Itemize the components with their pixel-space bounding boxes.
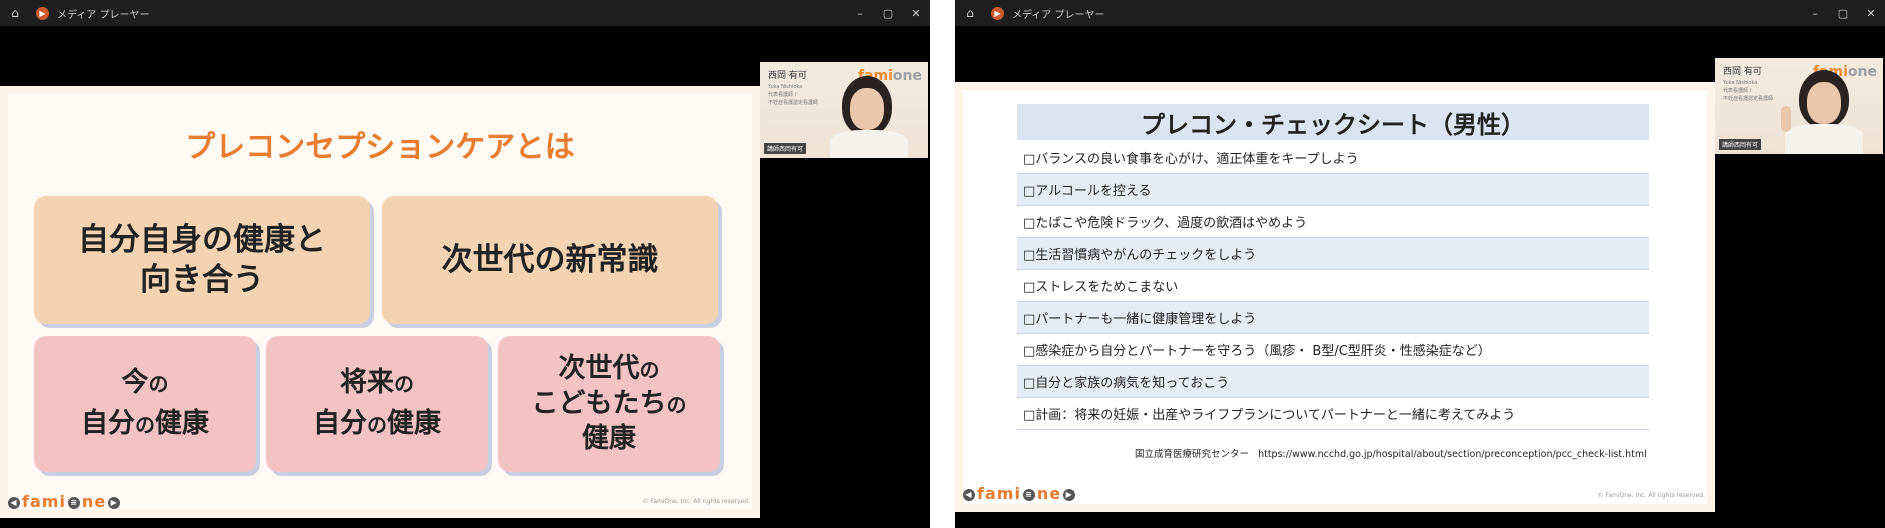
famione-logo: ◀ fami ≡ ne ▶ xyxy=(6,492,122,511)
source-link[interactable]: https://www.ncchd.go.jp/hospital/about/s… xyxy=(1258,449,1647,460)
card-self-health: 自分自身の健康と 向き合う xyxy=(34,196,370,324)
media-player-app-icon: ▶ xyxy=(36,6,49,20)
maximize-button[interactable]: ▢ xyxy=(874,7,902,20)
home-icon[interactable]: ⌂ xyxy=(963,6,977,20)
source-citation: 国立成育医療研究センター https://www.ncchd.go.jp/hos… xyxy=(1135,449,1647,460)
checklist-item: □自分と家族の病気を知っておこう xyxy=(1017,366,1649,398)
famione-logo: ◀ fami ≡ ne ▶ xyxy=(961,484,1077,503)
checksheet-heading: プレコン・チェックシート（男性） xyxy=(1017,104,1649,140)
presenter-camera: 西岡 有可 Yuka Nishioka 代表看護師 / 不妊症看護認定看護師 f… xyxy=(1715,58,1883,154)
card-next-generation: 次世代の新常識 xyxy=(382,196,718,324)
checklist-item: □バランスの良い食事を心がけ、適正体重をキープしよう xyxy=(1017,142,1649,174)
copyright-text: © FamiOne, Inc. All rights reserved. xyxy=(1597,492,1705,499)
window-title: メディア プレーヤー xyxy=(57,9,150,21)
card-future-health: 将来の 自分の健康 xyxy=(266,336,488,472)
media-player-app-icon: ▶ xyxy=(991,6,1004,20)
home-icon[interactable]: ⌂ xyxy=(8,6,22,20)
minimize-button[interactable]: – xyxy=(1801,7,1829,20)
checklist-item: □たばこや危険ドラック、過度の飲酒はやめよう xyxy=(1017,206,1649,238)
checklist-item: □アルコールを控える xyxy=(1017,174,1649,206)
close-button[interactable]: ✕ xyxy=(1857,7,1885,20)
maximize-button[interactable]: ▢ xyxy=(1829,7,1857,20)
prev-slide-icon[interactable]: ◀ xyxy=(8,496,20,509)
slide-heading: プレコンセプションケアとは xyxy=(185,130,575,165)
presenter-video xyxy=(830,72,910,158)
speaker-badge: 講師西岡有可 xyxy=(1719,139,1762,150)
presentation-slide: プレコン・チェックシート（男性） □バランスの良い食事を心がけ、適正体重をキープ… xyxy=(955,82,1715,512)
checklist-item: □ストレスをためこまない xyxy=(1017,270,1649,302)
card-children-health: 次世代の こどもたちの 健康 xyxy=(498,336,720,472)
next-slide-icon[interactable]: ▶ xyxy=(1063,488,1076,501)
speaker-badge: 講師西岡有可 xyxy=(764,143,807,154)
presenter-name: 西岡 有可 xyxy=(1723,67,1762,77)
presentation-slide: プレコンセプションケアとは 自分自身の健康と 向き合う 次世代の新常識 今の 自分… xyxy=(0,86,760,518)
presenter-video xyxy=(1781,66,1865,154)
next-slide-icon[interactable]: ▶ xyxy=(108,496,121,509)
checklist-item: □計画：将来の妊娠・出産やライフプランについてパートナーと一緒に考えてみよう xyxy=(1017,398,1649,430)
title-bar: ⌂ ▶ メディア プレーヤー – ▢ ✕ xyxy=(955,0,1885,26)
presenter-camera: 西岡 有可 Yuka Nishioka 代表看護師 / 不妊症看護認定看護師 f… xyxy=(760,62,928,158)
media-player-window-left: ⌂ ▶ メディア プレーヤー – ▢ ✕ プレコンセプションケアとは 自分自身の… xyxy=(0,0,930,528)
prev-slide-icon[interactable]: ◀ xyxy=(963,488,975,501)
media-player-window-right: ⌂ ▶ メディア プレーヤー – ▢ ✕ プレコン・チェックシート（男性） □バ… xyxy=(955,0,1885,528)
menu-icon[interactable]: ≡ xyxy=(67,496,80,509)
minimize-button[interactable]: – xyxy=(846,7,874,20)
window-title: メディア プレーヤー xyxy=(1012,9,1105,21)
close-button[interactable]: ✕ xyxy=(902,7,930,20)
presenter-name: 西岡 有可 xyxy=(768,71,807,81)
card-current-health: 今の 自分の健康 xyxy=(34,336,256,472)
menu-icon[interactable]: ≡ xyxy=(1022,488,1035,501)
checklist-item: □感染症から自分とパートナーを守ろう（風疹・ B型/C型肝炎・性感染症など） xyxy=(1017,334,1649,366)
copyright-text: © FamiOne, Inc. All rights reserved. xyxy=(642,498,750,505)
title-bar: ⌂ ▶ メディア プレーヤー – ▢ ✕ xyxy=(0,0,930,26)
checklist-item: □生活習慣病やがんのチェックをしよう xyxy=(1017,238,1649,270)
checklist-item: □パートナーも一緒に健康管理をしよう xyxy=(1017,302,1649,334)
